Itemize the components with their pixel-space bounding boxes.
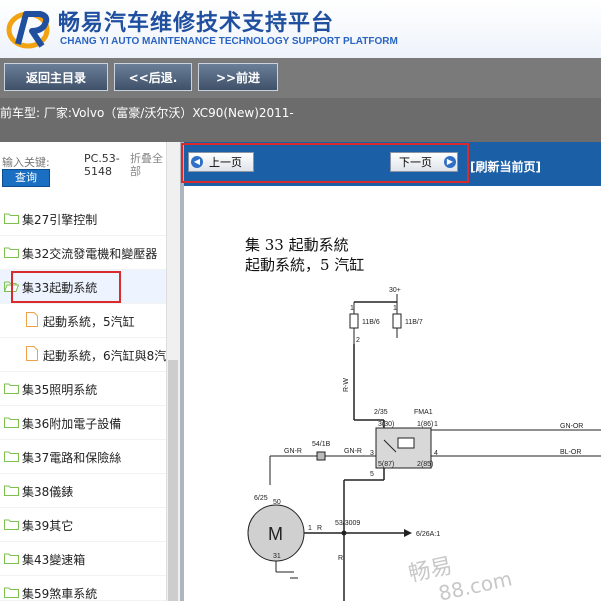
tree-item-33-6cyl[interactable]: 起動系統，6汽缸與8汽缸 bbox=[0, 338, 166, 372]
svg-text:1(86): 1(86) bbox=[417, 421, 433, 428]
folder-icon bbox=[4, 383, 19, 394]
diagram-title: 集 33 起動系統 起動系統，5 汽缸 bbox=[245, 236, 365, 274]
svg-text:GN-OR: GN-OR bbox=[560, 423, 583, 430]
pc-code: PC.53-5148 bbox=[84, 152, 120, 178]
circuit-drawing: 30+ 11B/6 11B/7 1 1 2 R-W 2/35 FMA1 3(30… bbox=[247, 287, 601, 601]
svg-text:5: 5 bbox=[370, 471, 374, 478]
tree-item-label: 起動系統，5汽缸 bbox=[43, 315, 135, 329]
tree-item-label: 集59煞車系統 bbox=[22, 587, 98, 601]
tree-item-label: 集32交流發電機和變壓器 bbox=[22, 247, 158, 261]
home-button[interactable]: 返回主目录 bbox=[4, 63, 108, 91]
search-label: 输入关键: bbox=[2, 156, 50, 169]
folder-icon bbox=[4, 417, 19, 428]
folder-icon bbox=[4, 213, 19, 224]
tree-item-label: 集43變速箱 bbox=[22, 553, 86, 567]
tree-item-39[interactable]: 集39其它 bbox=[0, 508, 166, 542]
svg-text:M: M bbox=[268, 524, 283, 544]
svg-text:6/26A:1: 6/26A:1 bbox=[416, 531, 440, 538]
fuse-11b6 bbox=[349, 313, 359, 329]
svg-text:53/3009: 53/3009 bbox=[335, 520, 360, 527]
svg-text:1: 1 bbox=[350, 305, 354, 312]
svg-text:1: 1 bbox=[393, 305, 397, 312]
tree-item-label: 集35照明系統 bbox=[22, 383, 98, 397]
tree-item-59[interactable]: 集59煞車系統 bbox=[0, 576, 166, 601]
document-icon bbox=[26, 312, 38, 327]
tree-item-label: 集37電路和保險絲 bbox=[22, 451, 122, 465]
collapse-all-link[interactable]: 折叠全部 bbox=[130, 152, 166, 178]
tree-item-label: 集38儀錶 bbox=[22, 485, 74, 499]
toolbar-highlight-box bbox=[181, 143, 469, 183]
svg-text:2(85): 2(85) bbox=[417, 461, 433, 468]
document-icon bbox=[26, 346, 38, 361]
refresh-link[interactable]: [刷新当前页] bbox=[470, 158, 541, 175]
app-title: 畅易汽车维修技术支持平台 bbox=[58, 11, 335, 36]
tree-item-43[interactable]: 集43變速箱 bbox=[0, 542, 166, 576]
tree-item-35[interactable]: 集35照明系統 bbox=[0, 372, 166, 406]
svg-text:5(87): 5(87) bbox=[378, 461, 394, 468]
nav-bar: 返回主目录 <<后退. >>前进 bbox=[0, 58, 601, 98]
svg-text:31: 31 bbox=[273, 553, 281, 560]
forward-button[interactable]: >>前进 bbox=[198, 63, 278, 91]
folder-icon bbox=[4, 553, 19, 564]
app-subtitle: CHANG YI AUTO MAINTENANCE TECHNOLOGY SUP… bbox=[60, 36, 398, 47]
supply-label: 30+ bbox=[389, 287, 401, 294]
folder-icon bbox=[4, 485, 19, 496]
svg-text:GN-R: GN-R bbox=[344, 448, 362, 455]
breadcrumb-text: 前车型: 厂家:Volvo（富豪/沃尔沃）XC90(New)2011- bbox=[0, 106, 294, 120]
tree-item-38[interactable]: 集38儀錶 bbox=[0, 474, 166, 508]
svg-text:R: R bbox=[338, 555, 343, 562]
svg-text:R: R bbox=[317, 525, 322, 532]
logo-icon bbox=[6, 11, 50, 49]
back-button[interactable]: <<后退. bbox=[114, 63, 192, 91]
svg-text:54/1B: 54/1B bbox=[312, 441, 331, 448]
tree-item-label: 集36附加電子設備 bbox=[22, 417, 122, 431]
fuse-11b7 bbox=[392, 313, 402, 329]
svg-text:1: 1 bbox=[434, 421, 438, 428]
svg-text:3(30): 3(30) bbox=[378, 421, 394, 428]
tree-item-label: 集27引擎控制 bbox=[22, 213, 98, 227]
svg-text:GN-R: GN-R bbox=[284, 448, 302, 455]
sidebar-scroll-thumb[interactable] bbox=[168, 360, 178, 601]
svg-text:11B/6: 11B/6 bbox=[362, 319, 380, 326]
svg-text:FMA1: FMA1 bbox=[414, 409, 433, 416]
tree-item-33-5cyl[interactable]: 起動系統，5汽缸 bbox=[0, 304, 166, 338]
tree-item-label: 起動系統，6汽缸與8汽缸 bbox=[43, 349, 166, 363]
search-button[interactable]: 查询 bbox=[2, 169, 50, 187]
folder-icon bbox=[4, 519, 19, 530]
app-header: 畅易汽车维修技术支持平台 CHANG YI AUTO MAINTENANCE T… bbox=[0, 0, 601, 58]
svg-text:11B/7: 11B/7 bbox=[405, 319, 423, 326]
svg-text:6/25: 6/25 bbox=[254, 495, 268, 502]
breadcrumb: 前车型: 厂家:Volvo（富豪/沃尔沃）XC90(New)2011- bbox=[0, 98, 601, 142]
tree-item-37[interactable]: 集37電路和保險絲 bbox=[0, 440, 166, 474]
folder-icon bbox=[4, 451, 19, 462]
tree-item-36[interactable]: 集36附加電子設備 bbox=[0, 406, 166, 440]
tree-item-label: 集39其它 bbox=[22, 519, 74, 533]
tree-highlight-box bbox=[11, 271, 121, 303]
svg-text:R-W: R-W bbox=[343, 378, 350, 392]
svg-text:1: 1 bbox=[308, 525, 312, 532]
tree-item-27[interactable]: 集27引擎控制 bbox=[0, 202, 166, 236]
svg-text:2/35: 2/35 bbox=[374, 409, 388, 416]
connector-54-1b bbox=[316, 451, 326, 461]
folder-icon bbox=[4, 587, 19, 598]
svg-text:BL-OR: BL-OR bbox=[560, 449, 581, 456]
svg-text:2: 2 bbox=[356, 337, 360, 344]
folder-icon bbox=[4, 247, 19, 258]
search-row: 输入关键: 查询 PC.53-5148 折叠全部 bbox=[0, 150, 166, 190]
tree-item-32[interactable]: 集32交流發電機和變壓器 bbox=[0, 236, 166, 270]
